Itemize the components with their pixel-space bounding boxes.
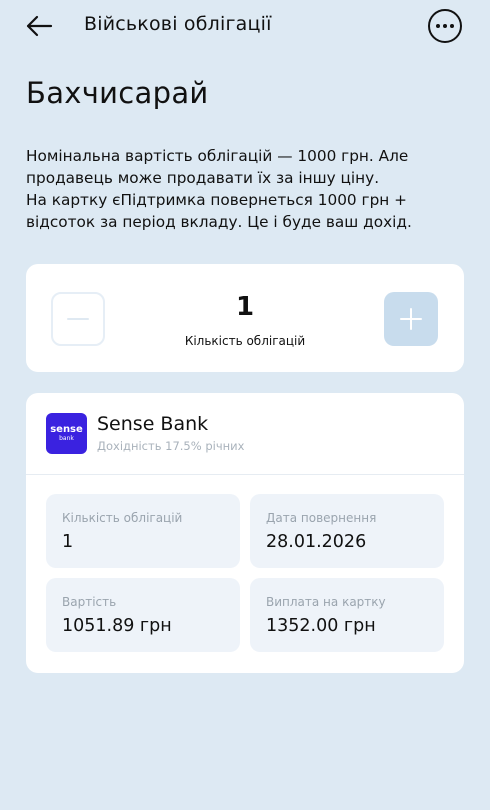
description-line: відсоток за період вкладу. Це і буде ваш… [26,213,412,231]
increase-button[interactable] [384,292,438,346]
top-bar: Військові облігації [0,0,490,54]
info-tile-cost: Вартість 1051.89 грн [46,578,240,652]
back-button[interactable] [24,12,54,40]
divider [26,474,464,475]
more-dot [450,24,454,28]
info-tile-quantity: Кількість облігацій 1 [46,494,240,568]
arrow-left-icon [26,15,53,37]
tile-value: 1352.00 грн [266,616,376,636]
tile-label: Виплата на картку [266,595,386,609]
header-title: Військові облігації [84,13,272,35]
tile-value: 28.01.2026 [266,532,367,552]
description-line: Номінальна вартість облігацій — 1000 грн… [26,147,409,165]
bank-logo-subtext: bank [59,435,74,442]
description-line: продавець може продавати їх за іншу ціну… [26,169,380,187]
info-tile-return-date: Дата повернення 28.01.2026 [250,494,444,568]
tile-value: 1051.89 грн [62,616,172,636]
description-line: На картку єПідтримка повернеться 1000 гр… [26,191,407,209]
bank-logo: sense bank [46,413,87,454]
bank-yield: Дохідність 17.5% річних [97,439,245,453]
plus-icon [400,308,422,330]
bank-offer-card: sense bank Sense Bank Дохідність 17.5% р… [26,393,464,673]
bank-name: Sense Bank [97,413,209,435]
more-options-button[interactable] [428,9,462,43]
info-tile-payout: Виплата на картку 1352.00 грн [250,578,444,652]
tile-label: Кількість облігацій [62,511,183,525]
description: Номінальна вартість облігацій — 1000 грн… [26,145,466,233]
more-horizontal-icon [436,24,440,28]
bank-logo-text: sense [50,424,83,435]
quantity-stepper: 1 Кількість облігацій [26,264,464,372]
page-title: Бахчисарай [26,76,209,110]
tile-value: 1 [62,532,74,552]
tile-label: Дата повернення [266,511,377,525]
tile-label: Вартість [62,595,117,609]
more-dot [443,24,447,28]
